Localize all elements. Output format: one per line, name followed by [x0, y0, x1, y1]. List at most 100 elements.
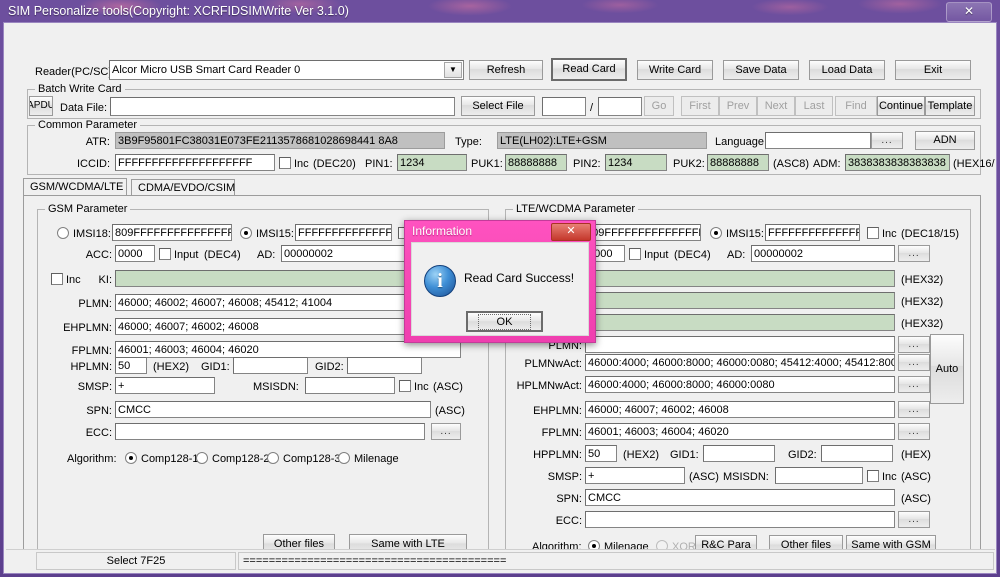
lte-spn-input[interactable]: CMCC	[585, 489, 895, 506]
lte-ad-input[interactable]: 00000002	[751, 245, 895, 262]
gsm-ecc-input[interactable]	[115, 423, 425, 440]
select-file-button[interactable]: Select File	[461, 96, 535, 116]
lte-opc-input[interactable]	[585, 292, 895, 309]
puk1-label: PUK1:	[471, 158, 503, 171]
gsm-acc-input-checkbox[interactable]	[159, 248, 171, 260]
adm-label: ADM:	[813, 158, 841, 171]
lte-ecc-input[interactable]	[585, 511, 895, 528]
lte-gid2-input[interactable]	[821, 445, 893, 462]
gsm-algorithm-comp128-2-radio[interactable]	[196, 452, 208, 464]
lte-gid1-input[interactable]	[703, 445, 775, 462]
gsm-imsi18-radio[interactable]	[57, 227, 69, 239]
adn-button[interactable]: ADN	[915, 131, 975, 150]
lte-ehplmn-input[interactable]: 46000; 46007; 46002; 46008	[585, 401, 895, 418]
gsm-imsi18-label: IMSI18:	[73, 228, 111, 241]
gsm-gid2-label: GID2:	[315, 361, 344, 374]
lte-ad-browse-button[interactable]: ...	[898, 245, 930, 262]
gsm-msisdn-inc-checkbox[interactable]	[399, 380, 411, 392]
pin2-input[interactable]: 1234	[605, 154, 667, 171]
lte-plmnwact-input[interactable]: 46000:4000; 46000:8000; 46000:0080; 4541…	[585, 354, 895, 371]
gsm-hplmn-input[interactable]: 50	[115, 357, 147, 374]
lte-plmn-input[interactable]	[585, 336, 895, 353]
lte-fplmn-browse-button[interactable]: ...	[898, 423, 930, 440]
language-browse-button[interactable]: ...	[871, 132, 903, 149]
window-close-button[interactable]: ✕	[946, 2, 992, 22]
gsm-ki-inc-checkbox[interactable]	[51, 273, 63, 285]
chevron-down-icon[interactable]: ▼	[444, 62, 462, 78]
exit-button[interactable]: Exit	[895, 60, 971, 80]
pin1-input[interactable]: 1234	[397, 154, 467, 171]
tab-cdma-evdo-csim[interactable]: CDMA/EVDO/CSIM	[131, 179, 235, 196]
lte-msisdn-inc-checkbox[interactable]	[867, 470, 879, 482]
lte-smsp-input[interactable]: +	[585, 467, 685, 484]
lte-msisdn-input[interactable]	[775, 467, 863, 484]
iccid-inc-checkbox[interactable]	[279, 157, 291, 169]
gsm-gid1-input[interactable]	[233, 357, 308, 374]
next-button[interactable]: Next	[757, 96, 795, 116]
lte-ehplmn-browse-button[interactable]: ...	[898, 401, 930, 418]
lte-op-input[interactable]	[585, 314, 895, 331]
gsm-algorithm-milenage-radio[interactable]	[338, 452, 350, 464]
lte-imsi15-input[interactable]: FFFFFFFFFFFFFFF	[765, 224, 860, 241]
refresh-button[interactable]: Refresh	[469, 60, 543, 80]
gsm-imsi15-radio[interactable]	[240, 227, 252, 239]
language-input[interactable]	[765, 132, 871, 149]
last-button[interactable]: Last	[795, 96, 833, 116]
lte-smsp-label: SMSP:	[505, 471, 582, 484]
lte-hplmnwact-input[interactable]: 46000:4000; 46000:8000; 46000:0080	[585, 376, 895, 393]
data-file-input[interactable]	[110, 97, 455, 116]
read-card-button[interactable]: Read Card	[551, 58, 627, 81]
gsm-spn-input[interactable]: CMCC	[115, 401, 431, 418]
gsm-fplmn-input[interactable]: 46001; 46003; 46004; 46020	[115, 341, 461, 358]
puk1-input[interactable]: 88888888	[505, 154, 567, 171]
dialog-message: Read Card Success!	[464, 271, 574, 285]
tab-gsm-wcdma-lte[interactable]: GSM/WCDMA/LTE	[23, 178, 127, 196]
gsm-imsi18-input[interactable]: 809FFFFFFFFFFFFFFFF	[112, 224, 232, 241]
save-data-button[interactable]: Save Data	[723, 60, 799, 80]
lte-hpplmn-input[interactable]: 50	[585, 445, 617, 462]
write-card-button[interactable]: Write Card	[637, 60, 713, 80]
load-data-button[interactable]: Load Data	[809, 60, 885, 80]
puk2-input[interactable]: 88888888	[707, 154, 769, 171]
lte-plmn-browse-button[interactable]: ...	[898, 336, 930, 353]
gsm-spn-asc-label: (ASC)	[435, 405, 465, 418]
dialog-close-button[interactable]: ✕	[551, 223, 591, 241]
lte-imsi18-input[interactable]: 809FFFFFFFFFFFFFFFF	[583, 224, 701, 241]
go-button[interactable]: Go	[644, 96, 674, 116]
lte-hplmnwact-browse-button[interactable]: ...	[898, 376, 930, 393]
find-button[interactable]: Find	[835, 96, 877, 116]
gsm-smsp-input[interactable]: +	[115, 377, 215, 394]
prev-button[interactable]: Prev	[719, 96, 757, 116]
lte-acc-input-checkbox[interactable]	[629, 248, 641, 260]
reader-combobox[interactable]: Alcor Micro USB Smart Card Reader 0 ▼	[109, 60, 464, 80]
puk2-asc8-label: (ASC8)	[773, 158, 809, 171]
batch-index-input[interactable]	[542, 97, 586, 116]
lte-plmnwact-label: PLMNwAct:	[501, 358, 582, 371]
lte-fplmn-input[interactable]: 46001; 46003; 46004; 46020	[585, 423, 895, 440]
gsm-gid2-input[interactable]	[347, 357, 422, 374]
lte-ecc-browse-button[interactable]: ...	[898, 511, 930, 528]
lte-imsi15-label: IMSI15:	[726, 228, 764, 241]
batch-total-input[interactable]	[598, 97, 642, 116]
gsm-algorithm-comp128-3-radio[interactable]	[267, 452, 279, 464]
gsm-ad-label: AD:	[257, 249, 275, 262]
gsm-imsi15-input[interactable]: FFFFFFFFFFFFFFF	[295, 224, 392, 241]
lte-auto-button[interactable]: Auto	[930, 334, 964, 404]
dialog-ok-button[interactable]: OK	[466, 311, 543, 332]
reader-label: Reader(PC/SC):	[35, 66, 115, 79]
gsm-msisdn-input[interactable]	[305, 377, 395, 394]
continue-button[interactable]: Continue	[877, 96, 925, 116]
lte-imsi-inc-checkbox[interactable]	[867, 227, 879, 239]
template-button[interactable]: Template	[925, 96, 975, 116]
adm-hex168-label: (HEX16/8)	[953, 158, 995, 171]
lte-plmnwact-browse-button[interactable]: ...	[898, 354, 930, 371]
apdu-button[interactable]: APDU	[29, 96, 53, 116]
gsm-algorithm-comp128-1-radio[interactable]	[125, 452, 137, 464]
iccid-input[interactable]: FFFFFFFFFFFFFFFFFFFF	[115, 154, 275, 171]
lte-imsi15-radio[interactable]	[710, 227, 722, 239]
adm-input[interactable]: 3838383838383838	[845, 154, 950, 171]
gsm-acc-input[interactable]: 0000	[115, 245, 155, 262]
gsm-ecc-browse-button[interactable]: ...	[431, 423, 461, 440]
first-button[interactable]: First	[681, 96, 719, 116]
lte-ki-input[interactable]	[585, 270, 895, 287]
